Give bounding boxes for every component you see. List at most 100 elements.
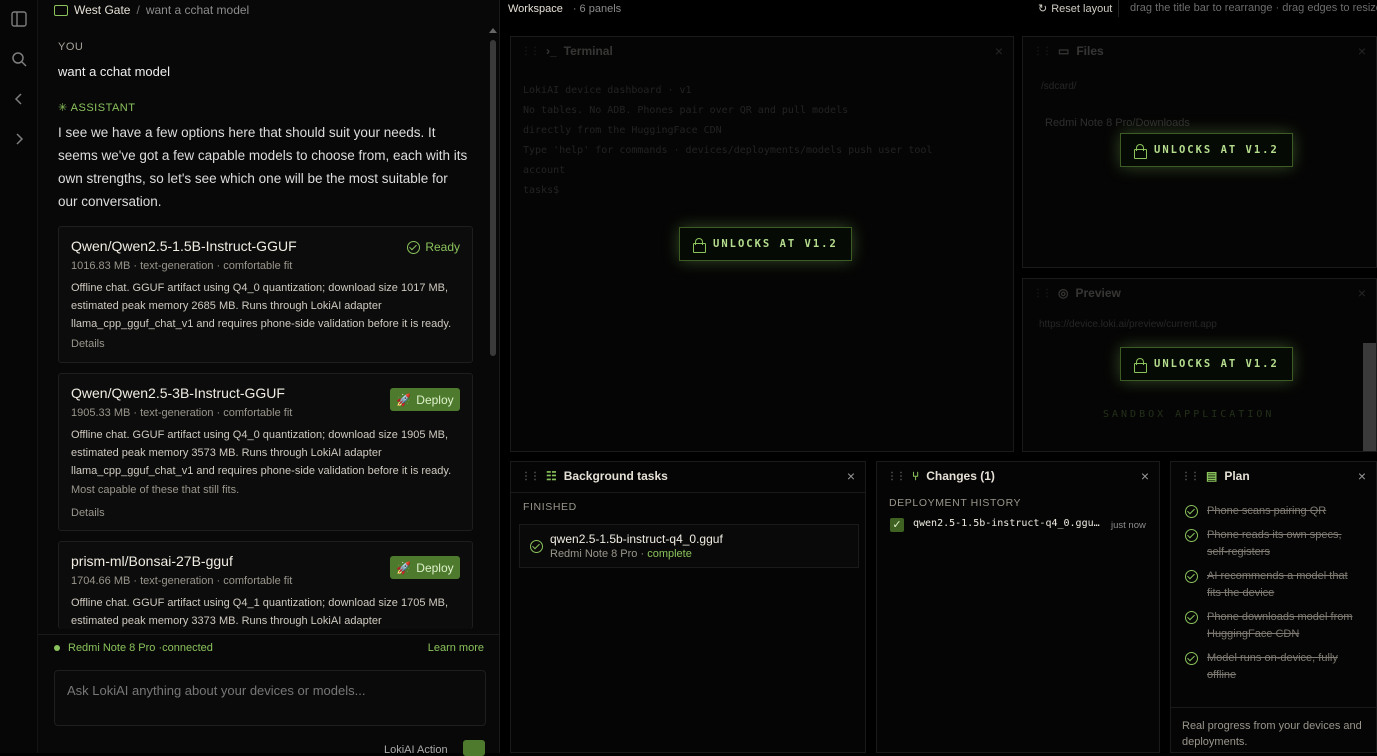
folder-icon: ▭ xyxy=(1058,44,1070,58)
drag-handle-icon[interactable]: ⋮⋮ xyxy=(1181,471,1200,482)
divider xyxy=(1171,707,1376,708)
files-title: Files xyxy=(1076,44,1104,58)
background-tasks-title: Background tasks xyxy=(563,469,668,483)
reset-layout-button[interactable]: ↻ Reset layout xyxy=(1038,0,1120,17)
close-icon[interactable]: × xyxy=(1141,468,1149,484)
terminal-line: tasks$ xyxy=(523,185,560,196)
close-icon[interactable]: × xyxy=(847,468,855,484)
learn-more-link[interactable]: Learn more xyxy=(428,642,484,654)
workspace-title: Workspace xyxy=(508,2,563,15)
assistant-message: I see we have a few options here that sh… xyxy=(58,125,468,209)
check-circle-icon xyxy=(1185,652,1198,665)
model-name: prism-ml/Bonsai-27B-gguf xyxy=(71,553,233,569)
drag-handle-icon[interactable]: ⋮⋮ xyxy=(521,471,540,482)
model-card: Qwen/Qwen2.5-3B-Instruct-GGUF 🚀 Deploy 19… xyxy=(58,373,473,531)
check-circle-icon xyxy=(1185,611,1198,624)
reset-label: Reset layout xyxy=(1051,2,1113,15)
divider xyxy=(511,492,865,493)
model-name: Qwen/Qwen2.5-3B-Instruct-GGUF xyxy=(71,385,285,401)
section-label: FINISHED xyxy=(523,501,577,513)
model-name: Qwen/Qwen2.5-1.5B-Instruct-GGUF xyxy=(71,238,297,254)
git-icon: ⑂ xyxy=(912,469,920,483)
chevron-left-icon[interactable] xyxy=(10,90,28,108)
preview-scrollbar[interactable] xyxy=(1363,343,1376,451)
chat-panel: West Gate / want a cchat model YOU want … xyxy=(38,0,500,756)
changes-header[interactable]: ⋮⋮ ⑂ Changes (1) × xyxy=(877,462,1159,490)
files-path: /sdcard/ xyxy=(1041,81,1077,92)
close-icon[interactable]: × xyxy=(995,43,1003,59)
terminal-line: No tables. No ADB. Phones pair over QR a… xyxy=(523,105,849,116)
search-icon[interactable] xyxy=(10,50,28,68)
model-note: Most capable of these that still fits. xyxy=(71,484,240,496)
drag-handle-icon[interactable]: ⋮⋮ xyxy=(887,471,906,482)
terminal-line: Type 'help' for commands · devices/deplo… xyxy=(523,145,933,156)
deploy-button[interactable]: 🚀 Deploy xyxy=(390,388,460,411)
rocket-icon: 🚀 xyxy=(396,392,412,407)
scroll-up-arrow[interactable] xyxy=(489,28,497,33)
details-link[interactable]: Details xyxy=(71,338,105,350)
workspace-bar: Workspace · 6 panels ↻ Reset layout drag … xyxy=(500,0,1377,17)
chat-scrollbar[interactable] xyxy=(490,40,496,356)
terminal-line: directly from the HuggingFace CDN xyxy=(523,125,722,136)
breadcrumb-project[interactable]: West Gate xyxy=(74,3,130,17)
user-message: want a cchat model xyxy=(58,64,171,79)
plan-header[interactable]: ⋮⋮ ▤ Plan × xyxy=(1171,462,1376,490)
breadcrumb-separator: / xyxy=(136,3,140,17)
status-label: Ready xyxy=(425,240,460,254)
check-circle-icon xyxy=(407,240,421,254)
terminal-title: Terminal xyxy=(563,44,613,58)
plan-item: Phone reads its own specs, self-register… xyxy=(1207,529,1342,558)
plan-item: Model runs on-device, fully offline xyxy=(1207,652,1338,681)
assistant-label: ✳ ASSISTANT xyxy=(58,102,136,114)
task-item[interactable]: qwen2.5-1.5b-instruct-q4_0.gguf Redmi No… xyxy=(519,524,859,568)
changes-title: Changes (1) xyxy=(926,469,995,483)
model-card: Qwen/Qwen2.5-1.5B-Instruct-GGUF Ready 10… xyxy=(58,226,473,363)
globe-icon: ◎ xyxy=(1058,286,1069,300)
ready-status: Ready xyxy=(407,240,460,254)
unlock-badge: UNLOCKS AT V1.2 xyxy=(1120,347,1293,381)
chevron-right-icon[interactable] xyxy=(10,130,28,148)
terminal-header[interactable]: ⋮⋮ ›_ Terminal × xyxy=(511,37,1013,65)
lock-icon xyxy=(1134,357,1147,373)
device-state: connected xyxy=(162,641,213,654)
details-link[interactable]: Details xyxy=(71,507,105,519)
preview-title: Preview xyxy=(1075,286,1121,300)
close-icon[interactable]: × xyxy=(1358,468,1366,484)
deploy-label: Deploy xyxy=(416,392,454,407)
model-description: Offline chat. GGUF artifact using Q4_0 q… xyxy=(71,429,452,477)
rocket-icon: 🚀 xyxy=(396,560,412,575)
lock-icon xyxy=(1134,143,1147,159)
check-circle-icon xyxy=(530,540,543,553)
check-circle-icon xyxy=(1185,570,1198,583)
folder-icon xyxy=(54,4,68,16)
terminal-line: account xyxy=(523,165,566,176)
terminal-icon: ›_ xyxy=(546,44,557,58)
files-item[interactable]: Redmi Note 8 Pro/Downloads xyxy=(1045,117,1190,129)
close-icon[interactable]: × xyxy=(1358,43,1366,59)
terminal-line: LokiAI device dashboard · v1 xyxy=(523,85,692,96)
send-button[interactable] xyxy=(463,740,485,756)
device-status: Redmi Note 8 Pro · connected Learn more xyxy=(38,634,500,660)
terminal-output: LokiAI device dashboard · v1 No tables. … xyxy=(523,81,932,201)
sidebar-icon[interactable] xyxy=(10,10,28,28)
chat-input[interactable]: Ask LokiAI anything about your devices o… xyxy=(54,670,486,726)
deploy-button[interactable]: 🚀 Deploy xyxy=(390,556,460,579)
plan-title: Plan xyxy=(1224,469,1250,483)
check-circle-icon xyxy=(1185,529,1198,542)
footer-label: LokiAI Action xyxy=(384,744,448,756)
tasks-icon: ☷ xyxy=(546,469,557,483)
left-rail xyxy=(0,0,38,753)
task-meta: Redmi Note 8 Pro · complete xyxy=(550,548,692,560)
preview-panel: ⋮⋮ ◎ Preview × https://device.loki.ai/previ… xyxy=(1022,278,1377,452)
deployment-item[interactable]: qwen2.5-1.5b-instruct-q4_0.ggu… xyxy=(913,518,1100,529)
model-card: prism-ml/Bonsai-27B-gguf 🚀 Deploy 1704.66… xyxy=(58,541,473,629)
files-header[interactable]: ⋮⋮ ▭ Files × xyxy=(1023,37,1376,65)
model-meta: 1016.83 MB · text-generation · comfortab… xyxy=(71,260,293,272)
preview-header[interactable]: ⋮⋮ ◎ Preview × xyxy=(1023,279,1376,307)
preview-body: SANDBOX APPLICATION xyxy=(1103,409,1275,420)
close-icon[interactable]: × xyxy=(1358,285,1366,301)
breadcrumb-thread: want a cchat model xyxy=(145,3,250,17)
background-tasks-header[interactable]: ⋮⋮ ☷ Background tasks × xyxy=(511,462,865,490)
changes-panel: ⋮⋮ ⑂ Changes (1) × DEPLOYMENT HISTORY ✓ qwe… xyxy=(876,461,1160,753)
lock-icon xyxy=(693,237,706,253)
